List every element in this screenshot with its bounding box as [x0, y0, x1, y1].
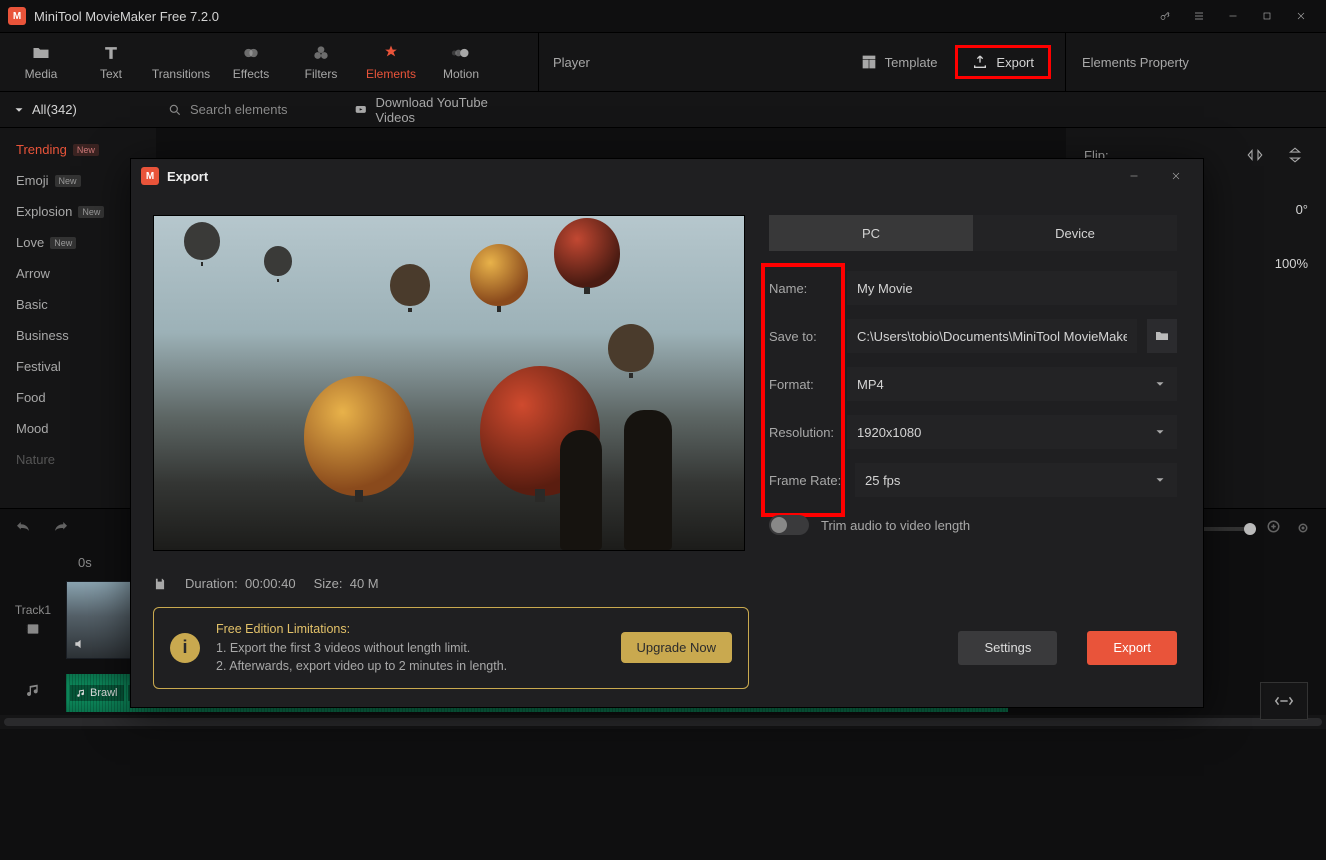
player-label: Player	[553, 55, 590, 70]
music-icon	[25, 682, 41, 698]
timeline-zero: 0s	[78, 555, 92, 570]
effects-icon	[241, 43, 261, 63]
export-minimize-button[interactable]	[1117, 160, 1151, 192]
redo-button[interactable]	[52, 519, 70, 540]
track1-head[interactable]: Track1	[0, 575, 66, 665]
size-label: Size:	[314, 576, 343, 591]
limitations-line1: 1. Export the first 3 videos without len…	[216, 639, 605, 658]
template-button[interactable]: Template	[861, 54, 938, 70]
elements-icon	[381, 43, 401, 63]
download-icon	[354, 103, 368, 117]
download-youtube-button[interactable]: Download YouTube Videos	[342, 92, 538, 127]
text-icon	[101, 43, 121, 63]
flip-horizontal-button[interactable]	[1242, 142, 1268, 168]
saveto-input[interactable]	[847, 319, 1137, 353]
export-dialog-logo-icon: M	[141, 167, 159, 185]
format-label: Format:	[769, 377, 837, 392]
export-dialog-title: Export	[167, 169, 208, 184]
name-input[interactable]	[847, 271, 1177, 305]
filters-icon	[311, 43, 331, 63]
zoom-fit-button[interactable]	[1294, 519, 1312, 540]
trim-audio-toggle[interactable]	[769, 515, 809, 535]
timeline-scrollbar[interactable]	[0, 715, 1326, 729]
menu-icon[interactable]	[1182, 0, 1216, 32]
resolution-select[interactable]: 1920x1080	[847, 415, 1177, 449]
framerate-label: Frame Rate:	[769, 473, 845, 488]
film-icon	[25, 621, 41, 637]
info-icon: i	[170, 633, 200, 663]
export-icon	[972, 54, 988, 70]
audio-clip-name: Brawl	[70, 685, 124, 701]
tool-elements[interactable]: Elements	[356, 43, 426, 81]
export-button[interactable]: Export	[955, 45, 1051, 79]
folder-icon	[31, 43, 51, 63]
limitations-box: i Free Edition Limitations: 1. Export th…	[153, 607, 749, 689]
audio-track-head[interactable]	[0, 665, 66, 715]
tool-filters[interactable]: Filters	[286, 43, 356, 81]
export-confirm-button[interactable]: Export	[1087, 631, 1177, 665]
speaker-icon	[73, 637, 87, 654]
minimize-button[interactable]	[1216, 0, 1250, 32]
zoom-in-button[interactable]	[1266, 519, 1284, 540]
tool-transitions[interactable]: Transitions	[146, 43, 216, 81]
chevron-down-icon	[1153, 425, 1167, 439]
filter-row: All(342) Search elements Download YouTub…	[0, 92, 1326, 128]
folder-icon	[1154, 328, 1170, 344]
search-icon	[168, 103, 182, 117]
size-value: 40 M	[350, 576, 379, 591]
link-toggle-button[interactable]	[1260, 682, 1308, 720]
property-panel-title: Elements Property	[1082, 55, 1189, 70]
category-all[interactable]: All(342)	[0, 92, 156, 127]
saveto-label: Save to:	[769, 329, 837, 344]
motion-icon	[451, 43, 471, 63]
limitations-heading: Free Edition Limitations:	[216, 620, 605, 639]
duration-label: Duration:	[185, 576, 238, 591]
export-preview	[153, 215, 745, 551]
tool-motion[interactable]: Motion	[426, 43, 496, 81]
resolution-label: Resolution:	[769, 425, 837, 440]
chevron-down-icon	[1153, 473, 1167, 487]
main-toolbar: Media Text Transitions Effects Filters E…	[0, 32, 1326, 92]
undo-button[interactable]	[14, 519, 32, 540]
trim-audio-label: Trim audio to video length	[821, 518, 970, 533]
upgrade-button[interactable]: Upgrade Now	[621, 632, 733, 663]
close-button[interactable]	[1284, 0, 1318, 32]
template-icon	[861, 54, 877, 70]
settings-button[interactable]: Settings	[958, 631, 1057, 665]
app-logo-icon: M	[8, 7, 26, 25]
flip-vertical-button[interactable]	[1282, 142, 1308, 168]
browse-folder-button[interactable]	[1147, 319, 1177, 353]
format-select[interactable]: MP4	[847, 367, 1177, 401]
tool-effects[interactable]: Effects	[216, 43, 286, 81]
limitations-line2: 2. Afterwards, export video up to 2 minu…	[216, 657, 605, 676]
tab-device[interactable]: Device	[973, 215, 1177, 251]
export-close-button[interactable]	[1159, 160, 1193, 192]
duration-value: 00:00:40	[245, 576, 296, 591]
tab-pc[interactable]: PC	[769, 215, 973, 251]
chevron-down-icon	[12, 103, 26, 117]
transitions-icon	[171, 43, 191, 63]
save-icon	[153, 577, 167, 591]
tool-text[interactable]: Text	[76, 43, 146, 81]
key-icon[interactable]	[1148, 0, 1182, 32]
maximize-button[interactable]	[1250, 0, 1284, 32]
export-dialog: M Export PC Device	[130, 158, 1204, 708]
titlebar: M MiniTool MovieMaker Free 7.2.0	[0, 0, 1326, 32]
tool-media[interactable]: Media	[6, 43, 76, 81]
export-target-tabs: PC Device	[769, 215, 1177, 251]
rotate-value: 0°	[1296, 202, 1308, 217]
app-title: MiniTool MovieMaker Free 7.2.0	[34, 9, 219, 24]
chevron-down-icon	[1153, 377, 1167, 391]
name-label: Name:	[769, 281, 837, 296]
framerate-select[interactable]: 25 fps	[855, 463, 1177, 497]
opacity-value: 100%	[1275, 256, 1308, 271]
search-input[interactable]: Search elements	[156, 92, 342, 127]
